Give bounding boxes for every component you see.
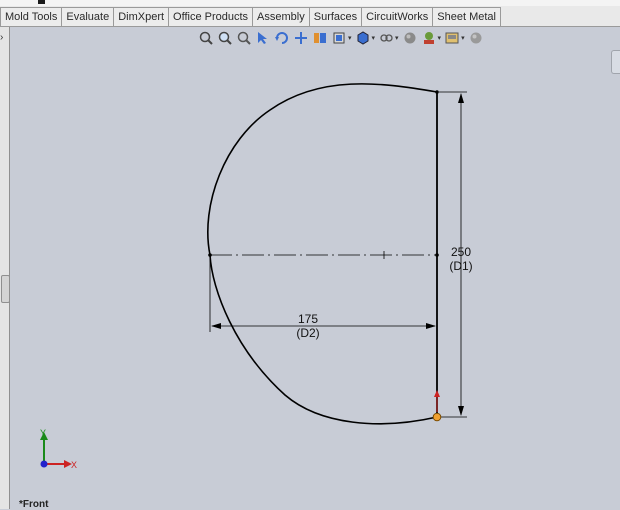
triad-x-label: X — [71, 460, 78, 470]
d2-arrow-right — [426, 323, 436, 329]
dimension-d2-label[interactable]: 175 (D2) — [290, 312, 326, 340]
sketch-point-mid[interactable] — [435, 253, 439, 257]
sketch-point-left[interactable] — [208, 253, 212, 257]
d1-arrow-bottom — [458, 406, 464, 416]
d2-name: (D2) — [296, 326, 320, 340]
origin-arrow-head — [434, 390, 440, 397]
view-orientation-label: *Front — [19, 499, 49, 510]
sketch-canvas[interactable] — [0, 0, 620, 509]
reference-triad: Y — [40, 432, 72, 468]
dimension-d1-label[interactable]: 250 (D1) — [443, 245, 479, 273]
d1-name: (D1) — [449, 259, 473, 273]
origin-point-icon[interactable] — [432, 412, 442, 422]
triad-y-label: Y — [40, 428, 47, 438]
d2-value: 175 — [297, 312, 319, 326]
sketch-point-top[interactable] — [435, 90, 439, 94]
d2-arrow-left — [211, 323, 221, 329]
sketch-arc[interactable] — [207, 83, 438, 425]
d1-arrow-top — [458, 93, 464, 103]
triad-z-dot — [40, 460, 48, 468]
d1-value: 250 — [450, 245, 472, 259]
